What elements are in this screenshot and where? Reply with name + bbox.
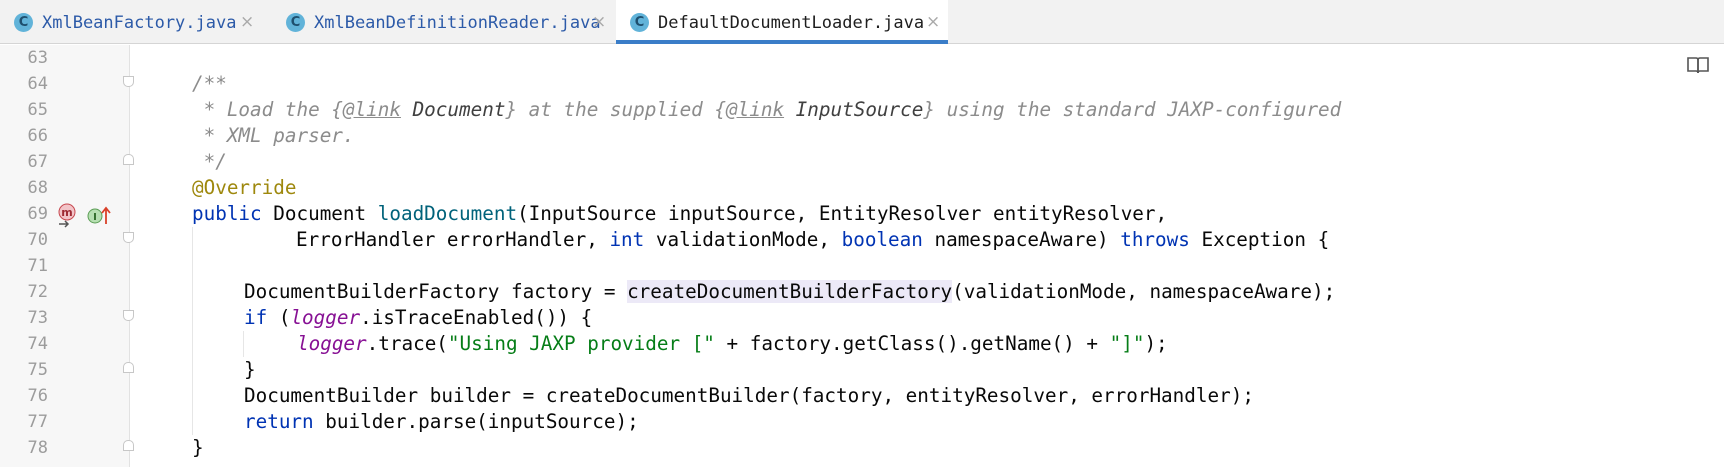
- java-class-icon: C: [286, 13, 305, 32]
- tab-xmlbeanfactory[interactable]: C XmlBeanFactory.java ×: [0, 0, 258, 44]
- line-number: 71: [27, 256, 48, 276]
- tab-xmlbeandefinitionreader[interactable]: C XmlBeanDefinitionReader.java ×: [272, 0, 616, 44]
- code-line-68: @Override: [192, 176, 297, 199]
- code-line-65: * Load the {@link Document} at the suppl…: [192, 97, 1342, 123]
- reader-mode-icon[interactable]: [1686, 55, 1710, 75]
- code-line-70: ErrorHandler errorHandler, int validatio…: [296, 227, 1329, 253]
- field-reference[interactable]: logger: [297, 332, 367, 355]
- fold-marker-icon[interactable]: [123, 310, 134, 321]
- code-text: (validationMode, namespaceAware);: [952, 280, 1336, 303]
- fold-marker-icon[interactable]: [123, 76, 134, 87]
- comment-text: } at the supplied {: [505, 98, 727, 121]
- fold-marker-icon[interactable]: [123, 362, 134, 373]
- code-text: .isTraceEnabled()) {: [360, 306, 593, 329]
- line-number: 76: [27, 386, 48, 406]
- editor-tab-bar: C XmlBeanFactory.java × C XmlBeanDefinit…: [0, 0, 1724, 44]
- tab-label: XmlBeanDefinitionReader.java: [314, 13, 601, 33]
- code-line-69: public Document loadDocument(InputSource…: [192, 201, 1167, 227]
- code-line-76: DocumentBuilder builder = createDocument…: [244, 384, 1254, 407]
- code-text: builder.parse(inputSource);: [313, 410, 639, 433]
- code-text: (InputSource inputSource, EntityResolver…: [517, 202, 1168, 225]
- code-text: validationMode,: [644, 228, 842, 251]
- method-icon[interactable]: m: [56, 203, 78, 229]
- code-line-66: * XML parser.: [192, 124, 355, 147]
- javadoc-reference[interactable]: Document: [401, 98, 506, 121]
- svg-text:m: m: [61, 206, 72, 219]
- javadoc-link-tag[interactable]: @link: [726, 98, 784, 121]
- line-number: 69: [27, 204, 48, 224]
- code-line-72: DocumentBuilderFactory factory = createD…: [244, 279, 1335, 305]
- line-number: 67: [27, 152, 48, 172]
- svg-text:I: I: [93, 212, 97, 223]
- java-class-icon: C: [630, 13, 649, 32]
- line-number: 75: [27, 360, 48, 380]
- line-number: 63: [27, 48, 48, 68]
- keyword: throws: [1120, 228, 1190, 251]
- highlighted-identifier[interactable]: createDocumentBuilderFactory: [627, 280, 953, 303]
- tab-label: XmlBeanFactory.java: [42, 13, 237, 33]
- fold-marker-icon[interactable]: [123, 154, 134, 165]
- string-literal: "Using JAXP provider [": [447, 332, 715, 355]
- indent-guide: [243, 331, 244, 357]
- keyword: return: [244, 410, 314, 433]
- implements-interface-icon[interactable]: I: [86, 204, 112, 228]
- line-number: 70: [27, 230, 48, 250]
- code-line-67: */: [192, 150, 227, 173]
- keyword: if: [244, 306, 268, 329]
- code-text: );: [1144, 332, 1168, 355]
- javadoc-reference[interactable]: InputSource: [784, 98, 924, 121]
- comment-text: * Load the {: [192, 98, 343, 121]
- line-number: 73: [27, 308, 48, 328]
- line-number: 77: [27, 412, 48, 432]
- code-text: (: [267, 306, 291, 329]
- fold-marker-icon[interactable]: [123, 440, 134, 451]
- keyword: int: [609, 228, 645, 251]
- code-text: Exception {: [1189, 228, 1330, 251]
- tab-defaultdocumentloader[interactable]: C DefaultDocumentLoader.java ×: [616, 0, 948, 44]
- code-text: namespaceAware): [922, 228, 1121, 251]
- close-tab-icon[interactable]: ×: [240, 0, 254, 45]
- code-line-73: if (logger.isTraceEnabled()) {: [244, 305, 592, 331]
- code-line-77: return builder.parse(inputSource);: [244, 409, 639, 435]
- fold-marker-icon[interactable]: [123, 232, 134, 243]
- field-reference[interactable]: logger: [290, 306, 360, 329]
- string-literal: "]": [1109, 332, 1145, 355]
- editor-gutter: 63 64 65 66 67 68 69 70 71 72 73 74 75 7…: [0, 45, 130, 467]
- code-text: + factory.getClass().getName() +: [714, 332, 1110, 355]
- code-text: DocumentBuilderFactory factory =: [244, 280, 628, 303]
- indent-guide: [192, 227, 193, 435]
- close-tab-icon[interactable]: ×: [926, 0, 940, 45]
- close-tab-icon[interactable]: ×: [592, 0, 606, 45]
- code-text: .trace(: [366, 332, 448, 355]
- tab-label: DefaultDocumentLoader.java: [658, 13, 925, 33]
- keyword: boolean: [841, 228, 923, 251]
- keyword: public: [192, 202, 262, 225]
- code-line-64: /**: [192, 72, 227, 95]
- method-name[interactable]: loadDocument: [378, 202, 517, 225]
- code-editor[interactable]: 63 64 65 66 67 68 69 70 71 72 73 74 75 7…: [0, 45, 1724, 467]
- code-text: Document: [261, 202, 378, 225]
- line-number: 74: [27, 334, 48, 354]
- line-number: 68: [27, 178, 48, 198]
- javadoc-link-tag[interactable]: @link: [343, 98, 401, 121]
- java-class-icon: C: [14, 13, 33, 32]
- line-number: 72: [27, 282, 48, 302]
- line-number: 65: [27, 100, 48, 120]
- code-line-75: }: [244, 358, 256, 381]
- code-line-78: }: [192, 436, 204, 459]
- line-number: 78: [27, 438, 48, 458]
- code-text: ErrorHandler errorHandler,: [296, 228, 610, 251]
- line-number: 64: [27, 74, 48, 94]
- comment-text: } using the standard JAXP-configured: [923, 98, 1342, 121]
- code-line-74: logger.trace("Using JAXP provider [" + f…: [297, 331, 1168, 357]
- line-number: 66: [27, 126, 48, 146]
